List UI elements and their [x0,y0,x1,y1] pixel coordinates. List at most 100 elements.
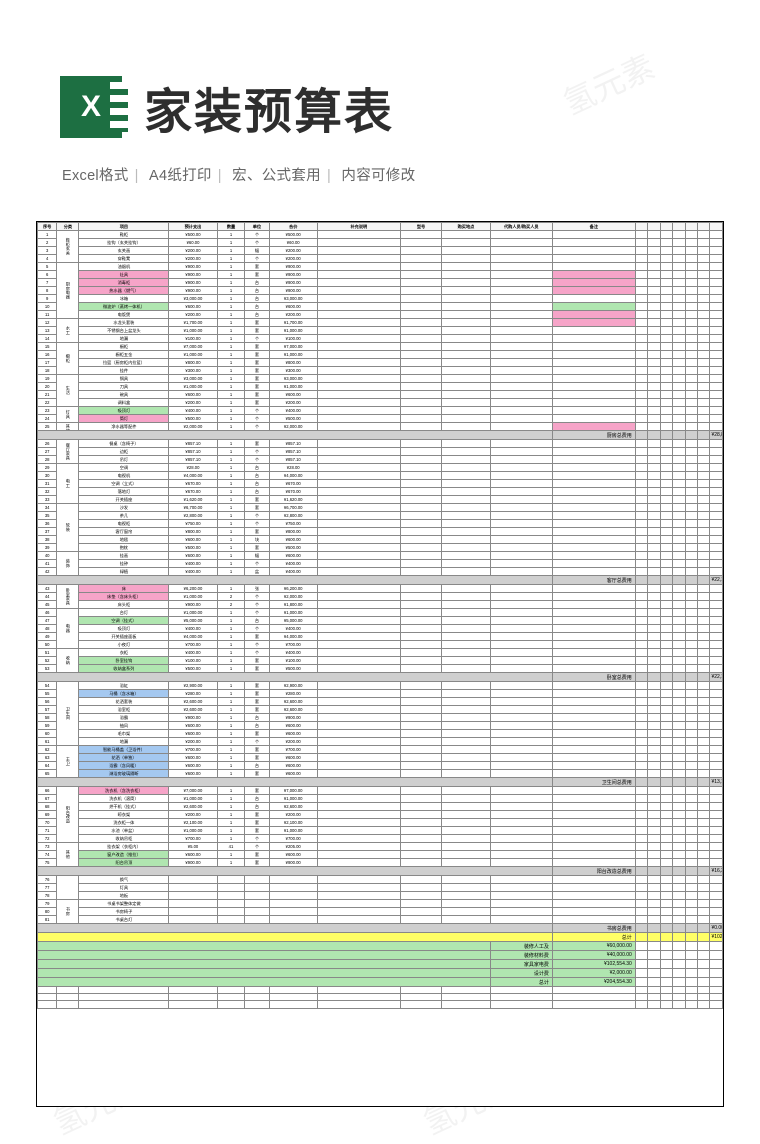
table-row: 13不锈钢台上盆龙头¥1,000.001套¥1,000.00 [38,327,723,335]
table-row: 30电视机¥4,000.001台¥4,000.00 [38,472,723,480]
table-row: 80书房椅子 [38,908,723,916]
table-row: 25其他净水器等配件¥2,000.001个¥2,000.00 [38,423,723,431]
grand-total-row: 总计¥102,554.30 [38,933,723,942]
table-row: 22调料盒¥200.001套¥200.00 [38,399,723,407]
subtotal-row: 厨房总费用¥28,860.00 [38,431,723,440]
table-row: 17拉篮（厨房柜内拉篮）¥800.001套¥800.00 [38,359,723,367]
table-row: 57浴室柜¥2,600.001套¥2,600.00 [38,706,723,714]
table-row: 24筒灯¥500.001个¥500.00 [38,415,723,423]
table-row: 49开关插座面板¥4,000.001套¥4,000.00 [38,633,723,641]
subtotal-row: 卫生间总费用¥13,180.00 [38,778,723,787]
table-row: 62主卫智能马桶盖（卫浴件）¥700.001套¥700.00 [38,746,723,754]
table-row: 40装饰挂画¥600.001幅¥600.00 [38,552,723,560]
excel-letter: X [81,90,101,124]
col-header: 代购人员/购买人员 [490,223,552,231]
budget-table: 序号分类项目预计支出数量单位合价补充说明型号购买地点代购人员/购买人员备注 1鞋… [37,222,723,1009]
table-row: 33开关插座¥1,620.001套¥1,620.00 [38,496,723,504]
table-row: 61地漏¥200.001个¥200.00 [38,738,723,746]
table-row: 75阳台吊顶¥900.001套¥900.00 [38,859,723,867]
meta-item: 内容可修改 [341,168,415,184]
table-row: 78地板 [38,892,723,900]
col-header: 单位 [245,223,269,231]
table-row: 63花洒（单独）¥600.001套¥600.00 [38,754,723,762]
table-row: 18挂件¥300.001套¥300.00 [38,367,723,375]
table-row: 1鞋柜玄关鞋柜¥500.001个¥500.00 [38,231,723,239]
table-row: 70洗衣柜一体¥2,100.001套¥2,100.00 [38,819,723,827]
table-row: 37客厅窗帘¥800.001套¥800.00 [38,528,723,536]
col-header: 数量 [217,223,245,231]
col-header: 序号 [38,223,57,231]
col-header: 分类 [57,223,79,231]
table-row: 79书房书桌书架整体定做 [38,900,723,908]
meta-item: 宏、公式套用 [232,168,321,184]
col-header: 项目 [79,223,169,231]
table-row: 48吸顶灯¥400.001个¥400.00 [38,625,723,633]
col-header: 补充说明 [317,223,400,231]
table-row: 34软装沙发¥6,700.001套¥6,700.00 [38,504,723,512]
table-row: 26餐厅家具餐桌（含椅子）¥857.101套¥857.10 [38,440,723,448]
summary-row: 装修材料费¥40,000.00 [38,951,723,960]
table-row: 4穿鞋凳¥200.001个¥200.00 [38,255,723,263]
table-row: 8热水器（燃气）¥900.001台¥900.00 [38,287,723,295]
table-row: 71水池（单盆）¥1,000.001套¥1,000.00 [38,827,723,835]
table-row: 72收纳吊柜¥700.001个¥700.00 [38,835,723,843]
table-row: 7消毒柜¥900.001台¥900.00 [38,279,723,287]
table-row: 73其他挂衣架（衣柜内）¥5.0041个¥205.00 [38,843,723,851]
table-row: 74窗户改造（推拉）¥600.001套¥600.00 [38,851,723,859]
table-row: 14地漏¥100.001个¥100.00 [38,335,723,343]
table-row: 35茶几¥2,800.001个¥2,800.00 [38,512,723,520]
subtotal-row: 阳台改造总费用¥16,305.00 [38,867,723,876]
table-row: 29电工空调¥28.001台¥28.00 [38,464,723,472]
meta-item: Excel格式 [62,168,129,184]
table-row: 10微波炉（蒸烤一体机）¥600.001台¥600.00 [38,303,723,311]
table-row: 64浴霸（含风暖）¥600.001台¥600.00 [38,762,723,770]
table-row: 47空调（挂式）¥5,000.001台¥5,000.00 [38,617,723,625]
table-row: 67洗衣机（滚筒）¥1,000.001台¥1,000.00 [38,795,723,803]
table-row: 23灯具吸顶灯¥400.001个¥400.00 [38,407,723,415]
summary-row: 装修人工及¥60,000.00 [38,942,723,951]
table-row: 52卧室挂钩¥100.001套¥100.00 [38,657,723,665]
header: X 家装预算表 [0,0,760,164]
table-row: 6灶具¥900.001套¥900.00 [38,271,723,279]
table-row: 53收纳盒系列¥500.001套¥500.00 [38,665,723,673]
page-title: 家装预算表 [144,72,394,142]
table-row: 59抽风¥600.001台¥600.00 [38,722,723,730]
table-row: 76换气 [38,876,723,884]
table-row: 43卧室家具床¥6,200.001张¥6,200.00 [38,585,723,593]
table-row: 38地毯¥600.001块¥600.00 [38,536,723,544]
table-row: 45床头柜¥900.002个¥1,800.00 [38,601,723,609]
col-header: 合价 [269,223,317,231]
col-header: 型号 [400,223,441,231]
table-row: 32落地灯¥670.001台¥670.00 [38,488,723,496]
table-row: 5厨房电器油烟机¥900.001套¥900.00 [38,263,723,271]
table-row: 41挂钟¥400.001个¥400.00 [38,560,723,568]
table-row: 55马桶（含水箱）¥280.001套¥280.00 [38,690,723,698]
table-row: 56花洒套装¥2,600.001套¥2,600.00 [38,698,723,706]
table-row: 3玄关画¥200.001幅¥200.00 [38,247,723,255]
table-row: 81书桌台灯 [38,916,723,924]
table-row: 68烘干机（挂式）¥2,600.001台¥2,600.00 [38,803,723,811]
subtotal-row: 客厅总费用¥22,109.30 [38,576,723,585]
table-row: 27边柜¥857.101个¥857.10 [38,448,723,456]
table-row: 16橱柜五金¥1,000.001套¥1,000.00 [38,351,723,359]
table-row: 66阳台改造洗衣机（含洗衣柜）¥7,000.001套¥7,000.00 [38,787,723,795]
table-row: 31空调（立式）¥670.001台¥670.00 [38,480,723,488]
table-row: 54卫生间浴缸¥2,900.001套¥2,900.00 [38,682,723,690]
table-row: 42绿植¥400.001盆¥400.00 [38,568,723,576]
table-row: 58浴霸¥900.001台¥900.00 [38,714,723,722]
table-row: 39抱枕¥500.001套¥500.00 [38,544,723,552]
table-row: 69晾衣架¥200.001套¥200.00 [38,811,723,819]
table-row: 65淋浴房玻璃隔断¥600.001套¥600.00 [38,770,723,778]
table-row: 36电视柜¥750.001个¥750.00 [38,520,723,528]
meta-line: Excel格式| A4纸打印| 宏、公式套用| 内容可修改 [0,164,760,185]
table-row: 19生活锅具¥3,000.001套¥3,000.00 [38,375,723,383]
table-row: 28吊灯¥857.101个¥857.10 [38,456,723,464]
subtotal-row: 卧室总费用¥22,100.00 [38,673,723,682]
table-row: 21碗具¥600.001套¥600.00 [38,391,723,399]
table-row: 77灯具 [38,884,723,892]
table-row: 9冰箱¥3,000.001台¥3,000.00 [38,295,723,303]
spreadsheet-preview: 序号分类项目预计支出数量单位合价补充说明型号购买地点代购人员/购买人员备注 1鞋… [36,221,724,1107]
table-row: 46电器台灯¥1,000.001个¥1,000.00 [38,609,723,617]
col-header: 备注 [552,223,635,231]
summary-row: 总计¥204,554.30 [38,978,723,987]
